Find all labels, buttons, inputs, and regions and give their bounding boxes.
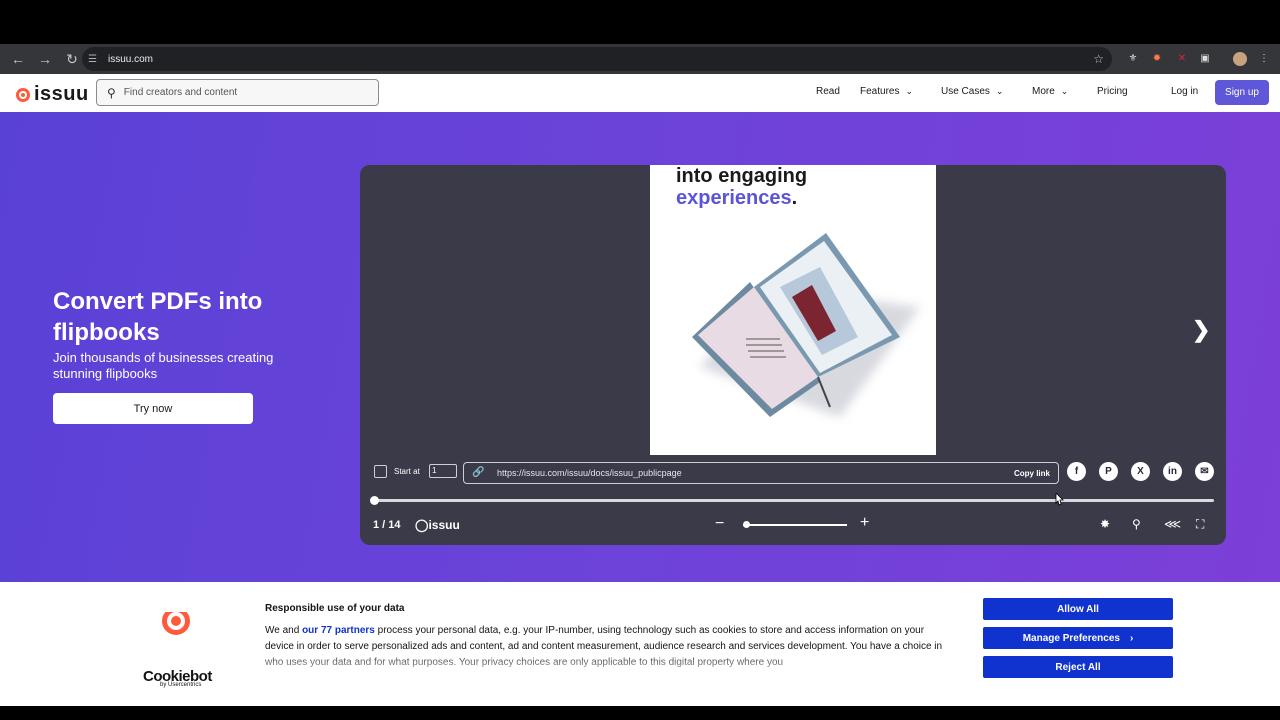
- issuu-logo[interactable]: issuu: [16, 83, 89, 106]
- start-at-checkbox[interactable]: [374, 465, 387, 478]
- search-box[interactable]: ⚲: [96, 79, 379, 106]
- issuu-wordmark: issuu: [34, 83, 89, 105]
- email-icon[interactable]: ✉: [1195, 462, 1214, 481]
- hero-subtitle: Join thousands of businesses creating st…: [53, 350, 274, 381]
- cookie-text-lead: We and: [265, 625, 303, 636]
- share-link-field[interactable]: 🔗 https://issuu.com/issuu/docs/issuu_pub…: [463, 462, 1059, 484]
- forward-icon[interactable]: →: [33, 47, 57, 71]
- nav-features-label: Features: [860, 86, 900, 97]
- zoom-out-icon[interactable]: −: [715, 515, 724, 533]
- profile-avatar[interactable]: [1233, 52, 1247, 66]
- zoom-slider[interactable]: [743, 521, 847, 528]
- cookie-banner: Cookiebot by Usercentrics Responsible us…: [0, 582, 1280, 706]
- nav-pricing[interactable]: Pricing: [1097, 86, 1128, 97]
- zoom-knob[interactable]: [743, 521, 750, 528]
- nav-use-cases[interactable]: Use Cases ⌄: [941, 86, 1003, 97]
- next-page-icon[interactable]: ❯: [1192, 317, 1210, 343]
- share-url: https://issuu.com/issuu/docs/issuu_publi…: [497, 468, 682, 478]
- search-document-icon[interactable]: ⚲: [1132, 517, 1141, 531]
- manage-preferences-button[interactable]: Manage Preferences ›: [983, 627, 1173, 649]
- facebook-icon[interactable]: f: [1067, 462, 1086, 481]
- nav-read[interactable]: Read: [816, 86, 840, 97]
- bookmark-star-icon[interactable]: ☆: [1093, 52, 1104, 66]
- link-icon: 🔗: [472, 467, 485, 478]
- browser-menu-icon[interactable]: ⋮: [1257, 52, 1271, 66]
- open-book-illustration: [692, 233, 920, 417]
- progress-knob[interactable]: [370, 495, 379, 505]
- pinterest-icon[interactable]: P: [1099, 462, 1118, 481]
- signup-button[interactable]: Sign up: [1215, 80, 1269, 105]
- site-header: issuu ⚲ Read Features⌄ Use Cases⌄ More⌄ …: [0, 74, 1280, 113]
- back-icon[interactable]: ←: [6, 47, 30, 71]
- extensions-puzzle-icon[interactable]: ▣: [1198, 52, 1212, 66]
- document-page: into engaging experiences.: [650, 165, 936, 455]
- document-heading-accent: experiences: [676, 187, 792, 209]
- copy-link-button[interactable]: Copy link: [1014, 469, 1050, 478]
- issuu-logo-icon: [16, 87, 30, 102]
- start-at-page-input[interactable]: 1: [429, 464, 457, 478]
- document-heading-line2: experiences.: [676, 187, 797, 210]
- manage-preferences-label: Manage Preferences: [1022, 632, 1120, 644]
- start-at-label: Start at: [394, 467, 420, 476]
- x-icon[interactable]: X: [1131, 462, 1150, 481]
- page-counter: 1 / 14: [373, 519, 401, 531]
- share-icon[interactable]: ⋘: [1164, 517, 1181, 531]
- chevron-down-icon: ⌄: [905, 86, 914, 96]
- linkedin-icon[interactable]: in: [1163, 462, 1182, 481]
- page-progress-slider[interactable]: [370, 495, 1214, 505]
- reload-icon[interactable]: ↻: [60, 47, 84, 71]
- chevron-down-icon: ⌄: [1060, 86, 1069, 96]
- zoom-in-icon[interactable]: +: [860, 514, 869, 532]
- cookie-text-fade: [230, 650, 970, 706]
- hero-title: Convert PDFs into flipbooks: [53, 288, 263, 346]
- search-icon: ⚲: [107, 85, 116, 100]
- chevron-down-icon: ⌄: [995, 86, 1004, 96]
- mouse-cursor-icon: [1055, 493, 1064, 506]
- nav-features[interactable]: Features ⌄: [860, 86, 913, 97]
- nav-more-label: More: [1032, 86, 1055, 97]
- address-bar[interactable]: ☰ issuu.com ☆: [82, 47, 1112, 71]
- document-heading-line1: into engaging: [676, 165, 808, 187]
- screen-bottom-border: [0, 706, 1280, 720]
- extension-icon[interactable]: ✕: [1175, 52, 1189, 66]
- cookiebot-byline: by Usercentrics: [160, 682, 202, 688]
- allow-all-button[interactable]: Allow All: [983, 598, 1173, 620]
- viewer-issuu-logo: ◯issuu: [415, 518, 460, 532]
- viewer-brand: issuu: [428, 518, 460, 532]
- nav-use-cases-label: Use Cases: [941, 86, 990, 97]
- reject-all-button[interactable]: Reject All: [983, 656, 1173, 678]
- fullscreen-icon[interactable]: ⛶: [1196, 517, 1204, 532]
- accessibility-icon[interactable]: ✸: [1100, 517, 1110, 531]
- search-input[interactable]: [121, 86, 366, 99]
- browser-toolbar: ← → ↻ ☰ issuu.com ☆ ⚜ ✹ ✕ ▣ ⋮: [0, 44, 1280, 74]
- cookiebot-logo-icon: [161, 606, 191, 635]
- try-now-button[interactable]: Try now: [53, 393, 253, 424]
- share-bar: Start at 1 🔗 https://issuu.com/issuu/doc…: [366, 459, 1220, 487]
- viewer-controls: 1 / 14 ◯issuu − + ✸ ⚲ ⋘ ⛶: [360, 513, 1226, 537]
- hero-section: Convert PDFs into flipbooks Join thousan…: [0, 112, 1280, 582]
- flipbook-viewer: into engaging experiences. ❯ Start at 1 …: [360, 165, 1226, 545]
- document-heading-period: .: [791, 187, 798, 209]
- site-info-icon[interactable]: ☰: [88, 54, 102, 65]
- chevron-right-icon: ›: [1129, 632, 1134, 644]
- login-link[interactable]: Log in: [1171, 86, 1198, 97]
- cookie-title: Responsible use of your data: [265, 603, 405, 614]
- extension-icon[interactable]: ✹: [1150, 52, 1164, 66]
- extension-icon[interactable]: ⚜: [1126, 52, 1140, 66]
- partners-link[interactable]: our 77 partners: [302, 625, 375, 636]
- address-url: issuu.com: [108, 53, 154, 65]
- screen-top-border: [0, 0, 1280, 44]
- nav-more[interactable]: More ⌄: [1032, 86, 1068, 97]
